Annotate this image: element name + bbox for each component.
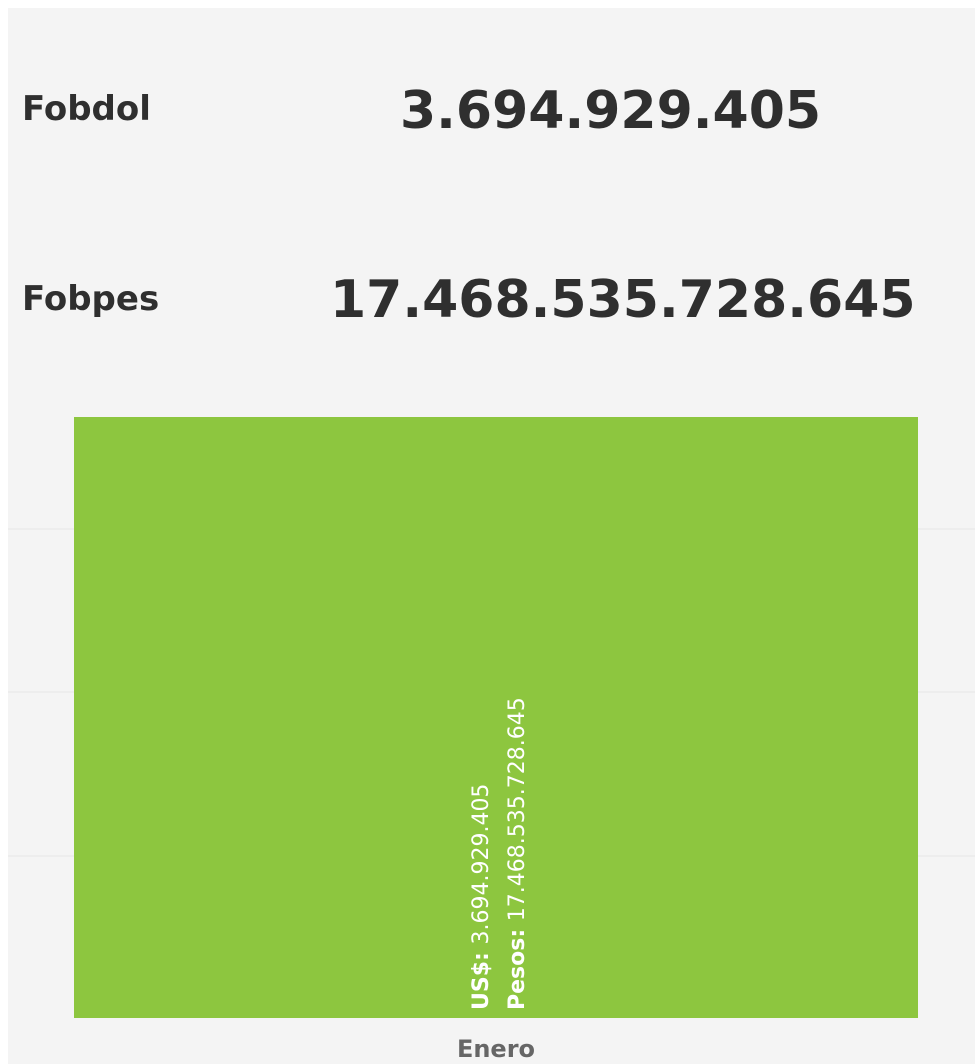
data-label-pesos-value: 17.468.535.728.645 [505, 697, 530, 921]
x-tick-label: Enero [457, 1035, 535, 1063]
data-label-pesos-key: Pesos: [505, 921, 530, 1010]
bar-enero[interactable] [74, 417, 918, 1018]
monthly-bar-chart: US$: 3.694.929.405 Pesos: 17.468.535.728.… [8, 417, 975, 1063]
data-label-usd-key: US$: [469, 945, 494, 1010]
chart-x-axis: Enero [457, 1035, 535, 1063]
data-label-usd-value: 3.694.929.405 [469, 784, 494, 945]
data-label-usd: US$: 3.694.929.405 [469, 784, 494, 1010]
chart-bars [74, 417, 918, 1018]
data-label-pesos: Pesos: 17.468.535.728.645 [505, 697, 530, 1010]
